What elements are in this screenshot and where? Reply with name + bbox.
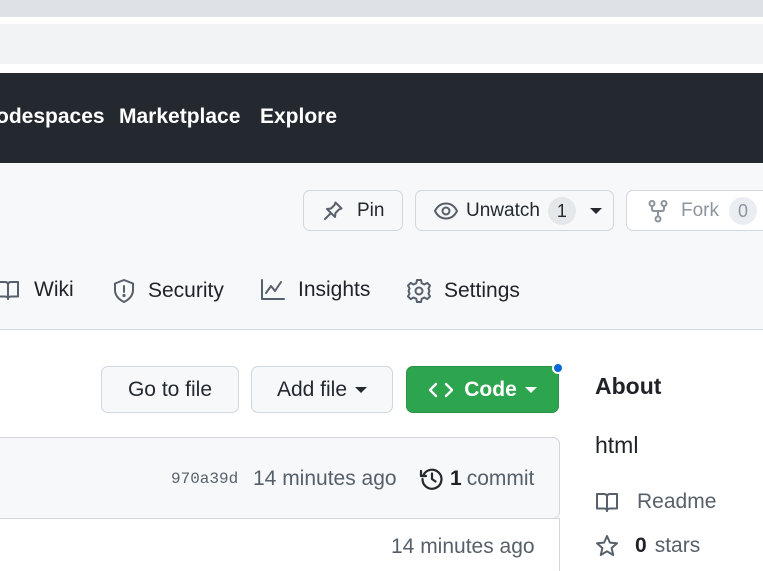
watch-count: 1: [547, 196, 576, 225]
chevron-down-icon: [355, 386, 368, 393]
stars-count: 0: [635, 534, 647, 557]
gear-icon: [406, 278, 444, 304]
graph-icon: [260, 278, 298, 302]
fork-label: Fork: [681, 199, 719, 221]
eye-icon: [433, 199, 459, 223]
add-file-button[interactable]: Add file: [251, 366, 393, 413]
star-icon: [595, 534, 619, 558]
fork-icon: [647, 199, 669, 223]
add-file-label: Add file: [276, 377, 348, 401]
unwatch-label: Unwatch: [466, 199, 540, 221]
history-icon: [419, 466, 445, 492]
code-label: Code: [464, 377, 517, 401]
browser-address-bar[interactable]: [0, 24, 763, 64]
browser-divider: [0, 17, 763, 24]
readme-link[interactable]: Readme: [595, 490, 716, 514]
tab-insights[interactable]: Insights: [260, 278, 370, 302]
pin-button[interactable]: Pin: [303, 190, 403, 231]
book-icon: [595, 490, 621, 514]
tab-wiki-label: Wiki: [34, 278, 74, 301]
repo-header: Pin Unwatch 1 Fork 0 Wiki Security Insig…: [0, 163, 763, 330]
go-to-file-button[interactable]: Go to file: [101, 366, 239, 413]
about-description: html: [595, 432, 639, 458]
nav-link-explore[interactable]: Explore: [260, 105, 337, 129]
nav-link-marketplace[interactable]: Marketplace: [119, 105, 240, 129]
commit-hash[interactable]: 970a39d: [171, 470, 238, 488]
commit-history-link[interactable]: 1 commit: [419, 466, 534, 492]
tab-security[interactable]: Security: [112, 278, 224, 304]
code-icon: [428, 380, 454, 400]
chevron-down-icon: [524, 386, 537, 393]
pin-label: Pin: [357, 199, 385, 221]
github-header: odespaces Marketplace Explore: [0, 73, 763, 163]
stars-label: stars: [654, 534, 701, 557]
nav-link-codespaces[interactable]: odespaces: [0, 105, 105, 129]
fork-button[interactable]: Fork 0: [626, 190, 763, 231]
book-icon: [0, 278, 34, 302]
browser-divider-bottom: [0, 64, 763, 73]
commit-label: commit: [466, 467, 535, 490]
code-button[interactable]: Code: [406, 366, 559, 413]
readme-label: Readme: [637, 490, 717, 513]
tab-insights-label: Insights: [298, 278, 371, 301]
tab-settings[interactable]: Settings: [406, 278, 520, 304]
fork-count: 0: [729, 196, 757, 225]
notification-dot: [552, 362, 564, 374]
go-to-file-label: Go to file: [127, 377, 213, 401]
stars-link[interactable]: 0 stars: [595, 534, 700, 558]
about-heading: About: [595, 373, 662, 399]
shield-icon: [112, 278, 148, 304]
tab-settings-label: Settings: [444, 279, 520, 302]
commit-time[interactable]: 14 minutes ago: [253, 467, 397, 491]
tab-wiki[interactable]: Wiki: [0, 278, 74, 302]
browser-tabstrip: [0, 0, 763, 17]
tab-security-label: Security: [148, 279, 224, 302]
pin-icon: [321, 199, 345, 223]
chevron-down-icon: [589, 207, 602, 214]
unwatch-button[interactable]: Unwatch 1: [415, 190, 614, 231]
file-row-time[interactable]: 14 minutes ago: [391, 535, 535, 559]
commit-count: 1: [450, 467, 462, 490]
